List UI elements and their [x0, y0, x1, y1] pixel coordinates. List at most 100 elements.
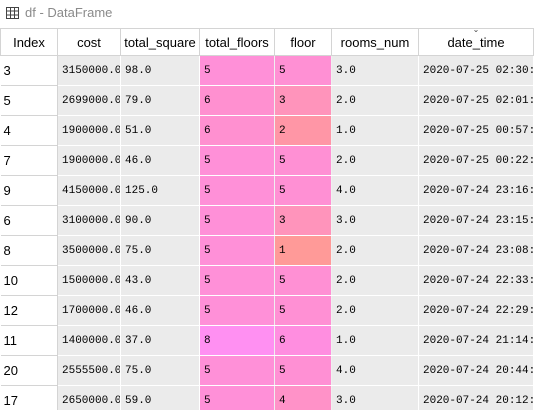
cell-total-floors[interactable]: 5 — [199, 175, 275, 206]
cell-rooms-num[interactable]: 2.0 — [331, 235, 419, 266]
cell-rooms-num[interactable]: 3.0 — [331, 55, 419, 86]
cell-floor[interactable]: 4 — [274, 385, 332, 410]
cell-date-time[interactable]: 2020-07-25 02:30:00 — [418, 55, 534, 86]
row-index-cell[interactable]: 8 — [0, 235, 58, 266]
row-index-cell[interactable]: 17 — [0, 385, 58, 410]
cell-cost[interactable]: 3500000.0 — [57, 235, 121, 266]
cell-rooms-num[interactable]: 1.0 — [331, 325, 419, 356]
cell-floor[interactable]: 5 — [274, 355, 332, 386]
cell-rooms-num[interactable]: 2.0 — [331, 295, 419, 326]
table-row[interactable]: 111400000.037.0861.02020-07-24 21:14:00 — [0, 325, 534, 356]
table-row[interactable]: 121700000.046.0552.02020-07-24 22:29:00 — [0, 295, 534, 326]
cell-cost[interactable]: 1700000.0 — [57, 295, 121, 326]
cell-total-square[interactable]: 125.0 — [120, 175, 200, 206]
cell-floor[interactable]: 3 — [274, 205, 332, 236]
cell-cost[interactable]: 1900000.0 — [57, 145, 121, 176]
cell-rooms-num[interactable]: 3.0 — [331, 205, 419, 236]
table-row[interactable]: 202555500.075.0554.02020-07-24 20:44:00 — [0, 355, 534, 386]
cell-total-square[interactable]: 59.0 — [120, 385, 200, 410]
cell-total-floors[interactable]: 6 — [199, 85, 275, 116]
cell-total-floors[interactable]: 5 — [199, 145, 275, 176]
cell-total-square[interactable]: 79.0 — [120, 85, 200, 116]
column-header-rooms-num[interactable]: rooms_num — [331, 28, 419, 56]
cell-date-time[interactable]: 2020-07-25 02:01:00 — [418, 85, 534, 116]
cell-rooms-num[interactable]: 2.0 — [331, 145, 419, 176]
cell-floor[interactable]: 5 — [274, 265, 332, 296]
cell-cost[interactable]: 1400000.0 — [57, 325, 121, 356]
table-row[interactable]: 41900000.051.0621.02020-07-25 00:57:00 — [0, 115, 534, 146]
cell-date-time[interactable]: 2020-07-24 23:16:00 — [418, 175, 534, 206]
cell-date-time[interactable]: 2020-07-24 20:12:00 — [418, 385, 534, 410]
cell-date-time[interactable]: 2020-07-24 22:29:00 — [418, 295, 534, 326]
cell-cost[interactable]: 4150000.0 — [57, 175, 121, 206]
row-index-cell[interactable]: 9 — [0, 175, 58, 206]
cell-date-time[interactable]: 2020-07-24 23:08:00 — [418, 235, 534, 266]
cell-rooms-num[interactable]: 4.0 — [331, 355, 419, 386]
column-header-date-time[interactable]: date_time ⌄ — [418, 28, 534, 56]
cell-floor[interactable]: 5 — [274, 295, 332, 326]
table-row[interactable]: 63100000.090.0533.02020-07-24 23:15:00 — [0, 205, 534, 236]
cell-total-square[interactable]: 75.0 — [120, 355, 200, 386]
cell-total-floors[interactable]: 6 — [199, 115, 275, 146]
cell-date-time[interactable]: 2020-07-25 00:22:00 — [418, 145, 534, 176]
cell-floor[interactable]: 5 — [274, 55, 332, 86]
cell-total-floors[interactable]: 5 — [199, 55, 275, 86]
column-header-cost[interactable]: cost — [57, 28, 121, 56]
table-row[interactable]: 83500000.075.0512.02020-07-24 23:08:00 — [0, 235, 534, 266]
cell-rooms-num[interactable]: 4.0 — [331, 175, 419, 206]
cell-cost[interactable]: 3100000.0 — [57, 205, 121, 236]
table-row[interactable]: 33150000.098.0553.02020-07-25 02:30:00 — [0, 55, 534, 86]
cell-rooms-num[interactable]: 2.0 — [331, 265, 419, 296]
row-index-cell[interactable]: 11 — [0, 325, 58, 356]
cell-total-square[interactable]: 37.0 — [120, 325, 200, 356]
cell-total-square[interactable]: 46.0 — [120, 295, 200, 326]
cell-total-floors[interactable]: 5 — [199, 385, 275, 410]
cell-date-time[interactable]: 2020-07-24 22:33:00 — [418, 265, 534, 296]
row-index-cell[interactable]: 20 — [0, 355, 58, 386]
cell-cost[interactable]: 3150000.0 — [57, 55, 121, 86]
table-row[interactable]: 71900000.046.0552.02020-07-25 00:22:00 — [0, 145, 534, 176]
cell-cost[interactable]: 1500000.0 — [57, 265, 121, 296]
cell-total-floors[interactable]: 5 — [199, 205, 275, 236]
cell-total-floors[interactable]: 5 — [199, 235, 275, 266]
row-index-cell[interactable]: 5 — [0, 85, 58, 116]
cell-date-time[interactable]: 2020-07-24 21:14:00 — [418, 325, 534, 356]
row-index-cell[interactable]: 3 — [0, 55, 58, 86]
cell-total-square[interactable]: 51.0 — [120, 115, 200, 146]
cell-rooms-num[interactable]: 3.0 — [331, 385, 419, 410]
cell-cost[interactable]: 1900000.0 — [57, 115, 121, 146]
column-header-floor[interactable]: floor — [274, 28, 332, 56]
cell-floor[interactable]: 5 — [274, 145, 332, 176]
cell-floor[interactable]: 6 — [274, 325, 332, 356]
row-index-cell[interactable]: 12 — [0, 295, 58, 326]
cell-cost[interactable]: 2650000.0 — [57, 385, 121, 410]
cell-date-time[interactable]: 2020-07-24 23:15:00 — [418, 205, 534, 236]
table-row[interactable]: 172650000.059.0543.02020-07-24 20:12:00 — [0, 385, 534, 410]
cell-cost[interactable]: 2699000.0 — [57, 85, 121, 116]
cell-total-floors[interactable]: 5 — [199, 295, 275, 326]
table-row[interactable]: 101500000.043.0552.02020-07-24 22:33:00 — [0, 265, 534, 296]
row-index-cell[interactable]: 4 — [0, 115, 58, 146]
row-index-cell[interactable]: 10 — [0, 265, 58, 296]
table-row[interactable]: 94150000.0125.0554.02020-07-24 23:16:00 — [0, 175, 534, 206]
cell-cost[interactable]: 2555500.0 — [57, 355, 121, 386]
cell-date-time[interactable]: 2020-07-25 00:57:00 — [418, 115, 534, 146]
cell-floor[interactable]: 5 — [274, 175, 332, 206]
row-index-cell[interactable]: 6 — [0, 205, 58, 236]
cell-total-square[interactable]: 75.0 — [120, 235, 200, 266]
cell-total-floors[interactable]: 8 — [199, 325, 275, 356]
cell-total-floors[interactable]: 5 — [199, 355, 275, 386]
cell-total-square[interactable]: 90.0 — [120, 205, 200, 236]
column-header-index[interactable]: Index — [0, 28, 58, 56]
cell-total-floors[interactable]: 5 — [199, 265, 275, 296]
cell-floor[interactable]: 2 — [274, 115, 332, 146]
cell-total-square[interactable]: 98.0 — [120, 55, 200, 86]
dataframe-table-container[interactable]: Index cost total_square total_floors floor ro… — [0, 28, 540, 410]
cell-total-square[interactable]: 43.0 — [120, 265, 200, 296]
cell-rooms-num[interactable]: 1.0 — [331, 115, 419, 146]
table-row[interactable]: 52699000.079.0632.02020-07-25 02:01:00 — [0, 85, 534, 116]
cell-rooms-num[interactable]: 2.0 — [331, 85, 419, 116]
cell-floor[interactable]: 1 — [274, 235, 332, 266]
cell-total-square[interactable]: 46.0 — [120, 145, 200, 176]
cell-floor[interactable]: 3 — [274, 85, 332, 116]
